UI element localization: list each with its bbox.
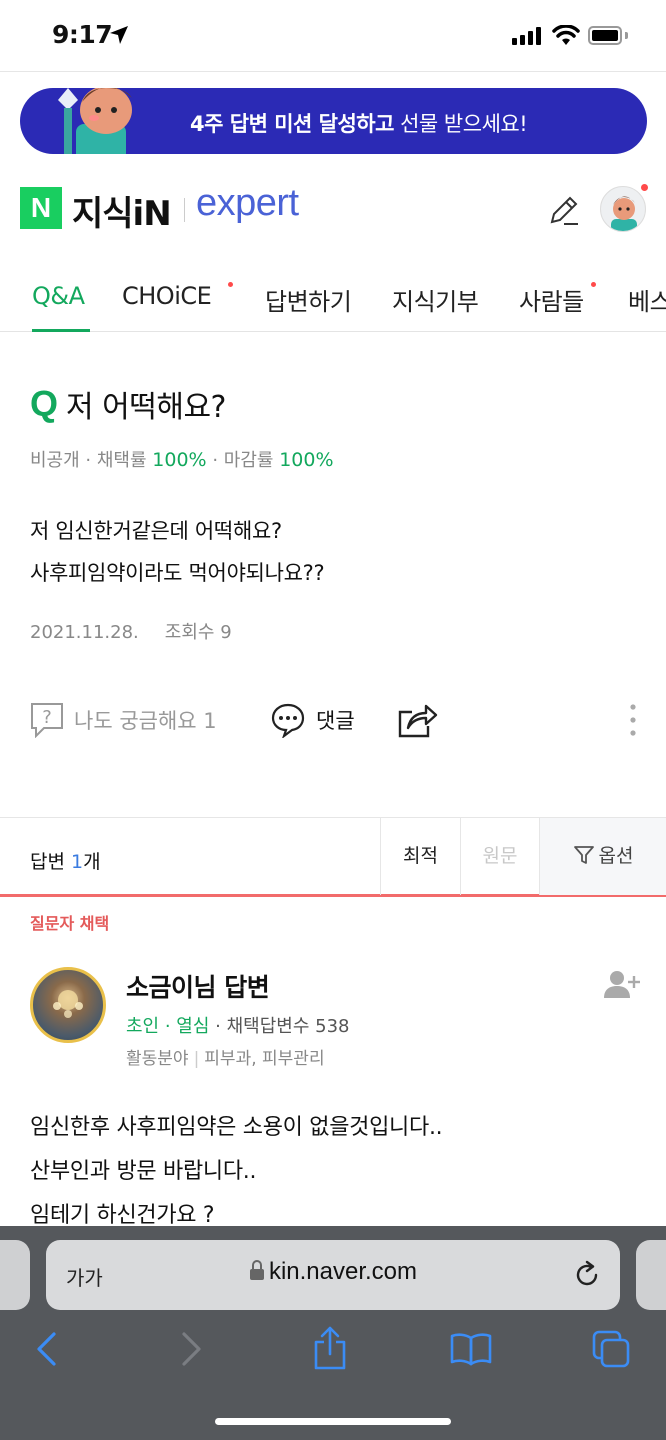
notification-dot bbox=[641, 184, 648, 191]
url-text: kin.naver.com bbox=[46, 1258, 620, 1286]
curious-button[interactable]: ? 나도 궁금해요 1 bbox=[30, 702, 217, 738]
answer-body: 임신한후 사후피임약은 소용이 없을것입니다.. 산부인과 방문 바랍니다.. … bbox=[30, 1115, 443, 1228]
home-indicator bbox=[215, 1418, 451, 1425]
tab-people[interactable]: 사람들 bbox=[519, 282, 584, 317]
tab-answer[interactable]: 답변하기 bbox=[265, 282, 352, 317]
back-icon[interactable] bbox=[34, 1330, 58, 1368]
character-icon bbox=[58, 88, 132, 154]
close-rate: 100% bbox=[279, 449, 334, 471]
options-button[interactable]: 옵션 bbox=[539, 818, 666, 895]
app-header: N 지식iN expert bbox=[0, 170, 666, 250]
browser-toolbar: 가가 kin.naver.com bbox=[0, 1226, 666, 1440]
tab-donate[interactable]: 지식기부 bbox=[392, 282, 479, 317]
comment-icon bbox=[271, 703, 305, 738]
answerer-name[interactable]: 소금이님 답변 bbox=[126, 968, 270, 1004]
next-tab-preview[interactable] bbox=[636, 1240, 666, 1310]
question-bubble-icon: ? bbox=[31, 703, 63, 738]
tab-choice[interactable]: CHOiCE bbox=[122, 282, 212, 310]
banner-text: 4주 답변 미션 달성하고 선물 받으세요! bbox=[190, 112, 528, 136]
question-actions: ? 나도 궁금해요 1 댓글 bbox=[0, 696, 666, 746]
location-arrow-icon bbox=[110, 26, 128, 44]
tab-people-dot bbox=[591, 282, 596, 287]
sort-original-button[interactable]: 원문 bbox=[460, 818, 539, 895]
answers-header: 답변 1개 최적 원문 옵션 bbox=[0, 817, 666, 897]
tab-active-underline bbox=[32, 329, 90, 332]
jisikin-logo[interactable]: 지식iN bbox=[72, 186, 172, 235]
question-body: 저 임신한거같은데 어떡해요? 사후피임약이라도 먹어야되나요?? bbox=[30, 519, 325, 585]
question-title: 저 어떡해요? bbox=[66, 390, 226, 425]
question-date-views: 2021.11.28. 조회수 9 bbox=[30, 618, 258, 644]
tab-qna[interactable]: Q&A bbox=[32, 282, 85, 310]
question-views: 조회수 9 bbox=[164, 622, 232, 643]
question-meta: 비공개 · 채택률 100% · 마감률 100% bbox=[30, 449, 334, 471]
svg-text:?: ? bbox=[42, 707, 52, 728]
answerer-avatar[interactable] bbox=[30, 967, 106, 1043]
comment-button[interactable]: 댓글 bbox=[270, 702, 355, 738]
battery-icon bbox=[588, 26, 622, 45]
naver-logo[interactable]: N bbox=[20, 187, 62, 229]
answerer-rank: 초인 bbox=[126, 1016, 160, 1037]
question-date: 2021.11.28. bbox=[30, 622, 139, 643]
add-friend-icon[interactable] bbox=[604, 970, 640, 1000]
main-tabs: Q&A CHOiCE 답변하기 지식기부 사람들 베스 bbox=[0, 268, 666, 332]
cell-signal-icon bbox=[512, 27, 541, 45]
answerer-meta: 초인 · 열심 · 채택답변수 538 bbox=[126, 1016, 350, 1037]
sort-best-button[interactable]: 최적 bbox=[380, 818, 460, 895]
avatar-character-icon bbox=[611, 196, 637, 231]
address-bar[interactable]: 가가 kin.naver.com bbox=[46, 1240, 620, 1310]
question-title-row: Q 저 어떡해요? bbox=[30, 382, 226, 426]
brand-divider bbox=[184, 198, 185, 222]
tabs-icon[interactable] bbox=[592, 1330, 630, 1368]
answerer-adopted-count: 채택답변수 538 bbox=[226, 1016, 350, 1037]
battery-tip bbox=[625, 32, 628, 39]
more-vertical-icon[interactable] bbox=[627, 702, 639, 738]
write-question-icon[interactable] bbox=[546, 192, 582, 228]
answer-count: 답변 1개 bbox=[30, 851, 101, 873]
chandelier-icon bbox=[53, 990, 83, 1018]
status-time: 9:17 bbox=[52, 20, 113, 49]
bookmarks-icon[interactable] bbox=[450, 1332, 492, 1366]
adopt-rate: 100% bbox=[152, 449, 207, 471]
answerer-activity: 열심 bbox=[176, 1016, 210, 1037]
chosen-by-asker-label: 질문자 채택 bbox=[30, 914, 110, 933]
tab-choice-dot bbox=[228, 282, 233, 287]
expert-link[interactable]: expert bbox=[196, 182, 299, 225]
tab-best[interactable]: 베스 bbox=[628, 282, 666, 317]
reload-icon[interactable] bbox=[572, 1260, 602, 1290]
share-icon[interactable] bbox=[396, 700, 438, 740]
forward-icon[interactable] bbox=[180, 1330, 204, 1368]
wifi-icon bbox=[552, 25, 580, 45]
status-bar: 9:17 bbox=[0, 0, 666, 72]
previous-tab-preview[interactable] bbox=[0, 1240, 30, 1310]
lock-icon bbox=[249, 1260, 264, 1280]
share-sheet-icon[interactable] bbox=[312, 1326, 348, 1370]
profile-avatar[interactable] bbox=[600, 186, 646, 232]
filter-icon bbox=[573, 846, 594, 864]
mission-banner[interactable]: 4주 답변 미션 달성하고 선물 받으세요! bbox=[20, 88, 647, 154]
answerer-field: 활동분야 | 피부과, 피부관리 bbox=[126, 1049, 325, 1069]
question-mark-icon: Q bbox=[30, 383, 59, 424]
